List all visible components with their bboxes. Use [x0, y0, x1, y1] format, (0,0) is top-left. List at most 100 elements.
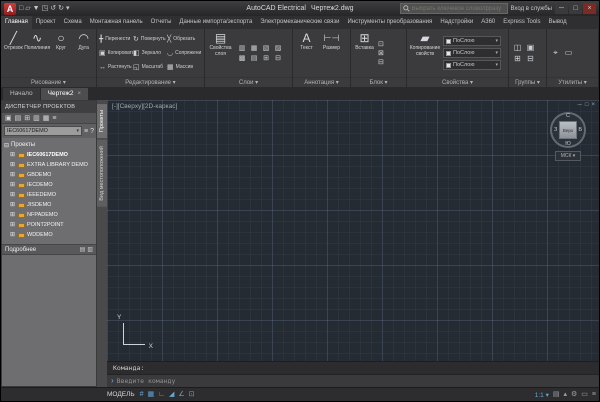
expand-icon[interactable]: ⊞ [10, 202, 16, 208]
block-tool-icon[interactable]: ⊟ [378, 58, 384, 66]
qat-dropdown-icon[interactable]: ▾ [66, 2, 70, 15]
circle-button[interactable]: ○ Круг [51, 30, 72, 76]
panel-label-draw[interactable]: Рисование ▾ [1, 77, 96, 87]
tree-item-project[interactable]: ⊞ EXTRA LIBRARY DEMO [4, 160, 96, 170]
expand-icon[interactable]: ⊞ [10, 232, 16, 238]
arc-button[interactable]: ◠ Дуга [73, 30, 94, 76]
annotation-visibility-icon[interactable]: ▤ [553, 388, 560, 401]
expand-icon[interactable]: ⊞ [10, 212, 16, 218]
snap-icon[interactable]: ▦ [148, 388, 155, 401]
tree-item-project[interactable]: ⊞ GBDEMO [4, 170, 96, 180]
scale-button[interactable]: ◱Масштаб [133, 61, 167, 73]
active-project-dropdown[interactable]: IEC60617DEMO ▾ [4, 126, 82, 136]
fillet-button[interactable]: ◡Сопряжение [167, 47, 201, 59]
new-project-icon[interactable]: ▣ [5, 114, 12, 122]
preview-view-icon[interactable]: ▥ [87, 246, 93, 253]
panel-label-groups[interactable]: Группы ▾ [509, 77, 546, 87]
layer-tool-icon[interactable]: ▦ [248, 44, 260, 52]
help-icon[interactable]: ? [90, 128, 94, 135]
viewcube[interactable]: С Ю З В Верх МСК ▾ [545, 112, 591, 161]
new-drawing-icon[interactable]: ⊞ [24, 114, 30, 122]
tree-item-project[interactable]: ⊞ JISDEMO [4, 200, 96, 210]
panel-label-layers[interactable]: Слои ▾ [205, 77, 292, 87]
layer-tool-icon[interactable]: ⊟ [272, 54, 284, 62]
signin-label[interactable]: Вход в службы [511, 6, 553, 12]
close-button[interactable]: × [583, 3, 596, 14]
ortho-icon[interactable]: ∟ [158, 388, 165, 401]
expand-icon[interactable]: ⊞ [10, 162, 16, 168]
minimize-button[interactable]: ─ [555, 3, 568, 14]
command-input[interactable] [117, 377, 595, 385]
tab-schematic[interactable]: Схема [60, 16, 86, 29]
tab-output[interactable]: Вывод [545, 16, 571, 29]
open-icon[interactable]: ▱ [25, 2, 30, 15]
tree-item-project[interactable]: ⊞ NFPADEMO [4, 210, 96, 220]
tree-item-project[interactable]: ⊞ IEEEDEMO [4, 190, 96, 200]
block-tool-icon[interactable]: ⊠ [378, 49, 384, 57]
panel-label-block[interactable]: Блок ▾ [351, 77, 406, 87]
isolate-objects-icon[interactable]: ▭ [581, 388, 588, 401]
viewcube-south[interactable]: Ю [565, 141, 571, 147]
viewcube-top-face[interactable]: Верх [559, 121, 577, 139]
restore-drawing-icon[interactable]: □ [585, 102, 589, 108]
dimension-button[interactable]: ⊢⊣ Размер [320, 30, 343, 76]
polar-tracking-icon[interactable]: ◢ [169, 388, 174, 401]
workspace-gear-icon[interactable]: ⚙ [571, 388, 577, 401]
line-button[interactable]: ╱ Отрезок [3, 30, 24, 76]
maximize-button[interactable]: □ [569, 3, 582, 14]
layer-tool-icon[interactable]: ▨ [272, 44, 284, 52]
grid-icon[interactable]: # [140, 388, 144, 401]
move-button[interactable]: ╋Перенести [99, 33, 133, 45]
tab-conversion-tools[interactable]: Инструменты преобразования [344, 16, 437, 29]
autoscale-icon[interactable]: ▴ [563, 388, 567, 401]
copy-button[interactable]: ▣Копировать [99, 47, 133, 59]
viewcube-north[interactable]: С [566, 113, 570, 119]
undo-icon[interactable]: ↺ [50, 2, 56, 15]
tree-root-projects[interactable]: ⊟ Проекты [4, 140, 96, 150]
expand-icon[interactable]: ⊞ [10, 222, 16, 228]
viewport-controls[interactable]: [-][Сверху][2D-каркас] [112, 103, 177, 110]
layer-tool-icon[interactable]: ▩ [236, 54, 248, 62]
layer-tool-icon[interactable]: ▤ [248, 54, 260, 62]
wcs-dropdown[interactable]: МСК ▾ [555, 151, 581, 161]
group-edit-icon[interactable]: ⊞ [511, 54, 524, 63]
stretch-button[interactable]: ↔Растянуть [99, 61, 133, 73]
viewcube-west[interactable]: З [554, 127, 557, 133]
tab-electromechanical[interactable]: Электромеханические связи [256, 16, 343, 29]
tab-a360[interactable]: A360 [477, 16, 499, 29]
ungroup-icon[interactable]: ▣ [524, 43, 537, 52]
measure-icon[interactable]: ⌖ [549, 48, 562, 58]
palette-title[interactable]: ДИСПЕТЧЕР ПРОЕКТОВ [2, 101, 96, 113]
annotation-scale-button[interactable]: 1:1 ▾ [535, 391, 549, 399]
file-tab-start[interactable]: Начало [3, 88, 40, 100]
model-space-label[interactable]: МОДЕЛЬ [107, 391, 135, 398]
tab-project[interactable]: Проект [32, 16, 60, 29]
tab-reports[interactable]: Отчеты [147, 16, 176, 29]
viewcube-ring[interactable]: С Ю З В Верх [550, 112, 586, 148]
open-project-icon[interactable]: ▤ [15, 114, 22, 122]
collapse-icon[interactable]: ⊟ [4, 142, 9, 149]
minimize-drawing-icon[interactable]: ─ [578, 102, 582, 108]
project-task-list-icon[interactable]: ▦ [43, 114, 50, 122]
tab-addins[interactable]: Надстройки [436, 16, 477, 29]
close-tab-icon[interactable]: × [78, 88, 82, 100]
layer-tool-icon[interactable]: ⊞ [260, 54, 272, 62]
tree-item-project[interactable]: ⊞ POINT2POINT [4, 220, 96, 230]
details-view-icon[interactable]: ▤ [80, 246, 86, 253]
new-icon[interactable]: □ [19, 2, 23, 15]
side-tab-location-view[interactable]: Вид местоположений [97, 140, 107, 207]
drawing-canvas[interactable]: [-][Сверху][2D-каркас] ─ □ × С Ю З В Вер… [107, 100, 599, 361]
color-dropdown[interactable]: ПоСлою ▾ [443, 36, 501, 46]
side-tab-projects[interactable]: Проекты [97, 104, 107, 138]
project-list-icon[interactable]: ≡ [84, 128, 88, 135]
panel-label-modify[interactable]: Редактирование ▾ [97, 77, 204, 87]
quick-select-icon[interactable]: ▭ [562, 48, 575, 58]
group-icon[interactable]: ◫ [511, 43, 524, 52]
tab-import-export[interactable]: Данные импорта/экспорта [175, 16, 256, 29]
app-menu-button[interactable]: A [4, 3, 16, 15]
object-snap-icon[interactable]: ∠ [178, 388, 184, 401]
refresh-icon[interactable]: ▥ [33, 114, 40, 122]
viewcube-east[interactable]: В [578, 127, 582, 133]
group-manager-icon[interactable]: ⊟ [524, 54, 537, 63]
tab-panel[interactable]: Монтажная панель [86, 16, 147, 29]
